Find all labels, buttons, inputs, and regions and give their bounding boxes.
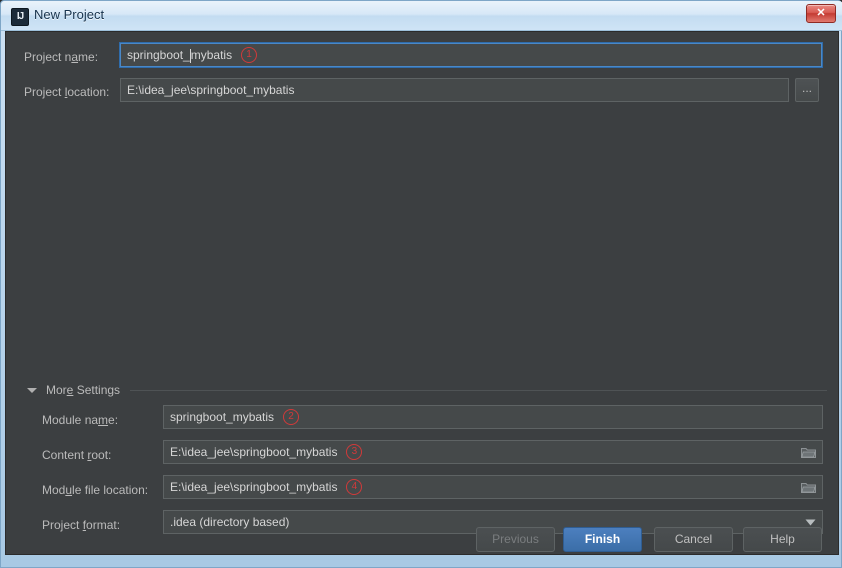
window-title: New Project [34, 7, 105, 22]
more-settings-toggle[interactable]: More Settings [27, 382, 827, 398]
annotation-badge-4: 4 [346, 479, 363, 495]
project-name-label: Project name: [24, 50, 99, 64]
previous-button[interactable]: Previous [476, 527, 555, 552]
annotation-badge-3: 3 [346, 444, 363, 460]
intellij-idea-icon: IJ [11, 8, 29, 26]
help-button[interactable]: Help [743, 527, 822, 552]
project-location-value: E:\idea_jee\springboot_mybatis [127, 83, 295, 97]
content-root-browse-folder-icon[interactable] [798, 442, 818, 462]
module-file-location-browse-folder-icon[interactable] [798, 477, 818, 497]
dialog-content: Project name: springboot_ mybatis 1 Proje… [5, 31, 839, 555]
project-format-label: Project format: [42, 518, 121, 532]
section-divider [130, 389, 827, 391]
close-icon[interactable]: ✕ [806, 4, 836, 23]
project-location-label: Project location: [24, 85, 110, 99]
content-root-input[interactable]: E:\idea_jee\springboot_mybatis 3 [163, 440, 823, 464]
content-root-value: E:\idea_jee\springboot_mybatis [170, 445, 338, 459]
annotation-badge-1: 1 [241, 47, 258, 63]
content-root-label: Content root: [42, 448, 112, 462]
cancel-button[interactable]: Cancel [654, 527, 733, 552]
module-name-input[interactable]: springboot_mybatis 2 [163, 405, 823, 429]
project-name-input[interactable]: springboot_ mybatis 1 [120, 43, 822, 67]
annotation-badge-2: 2 [283, 409, 300, 425]
project-name-value-end: mybatis [190, 48, 233, 62]
project-format-value: .idea (directory based) [170, 515, 290, 529]
new-project-dialog-window: IJ New Project ✕ Project name: springboo… [0, 0, 842, 568]
finish-button[interactable]: Finish [563, 527, 642, 552]
title-bar[interactable]: IJ New Project ✕ [1, 1, 842, 31]
browse-location-button[interactable]: ... [795, 78, 819, 102]
module-name-value: springboot_mybatis [170, 410, 275, 424]
project-location-input[interactable]: E:\idea_jee\springboot_mybatis [120, 78, 789, 102]
module-file-location-label: Module file location: [42, 483, 149, 497]
module-file-location-input[interactable]: E:\idea_jee\springboot_mybatis 4 [163, 475, 823, 499]
chevron-down-icon [27, 387, 37, 393]
text-caret [189, 49, 191, 63]
project-name-value-start: springboot_ [127, 48, 190, 62]
module-name-label: Module name: [42, 413, 119, 427]
more-settings-label: More Settings [46, 383, 121, 397]
module-file-location-value: E:\idea_jee\springboot_mybatis [170, 480, 338, 494]
